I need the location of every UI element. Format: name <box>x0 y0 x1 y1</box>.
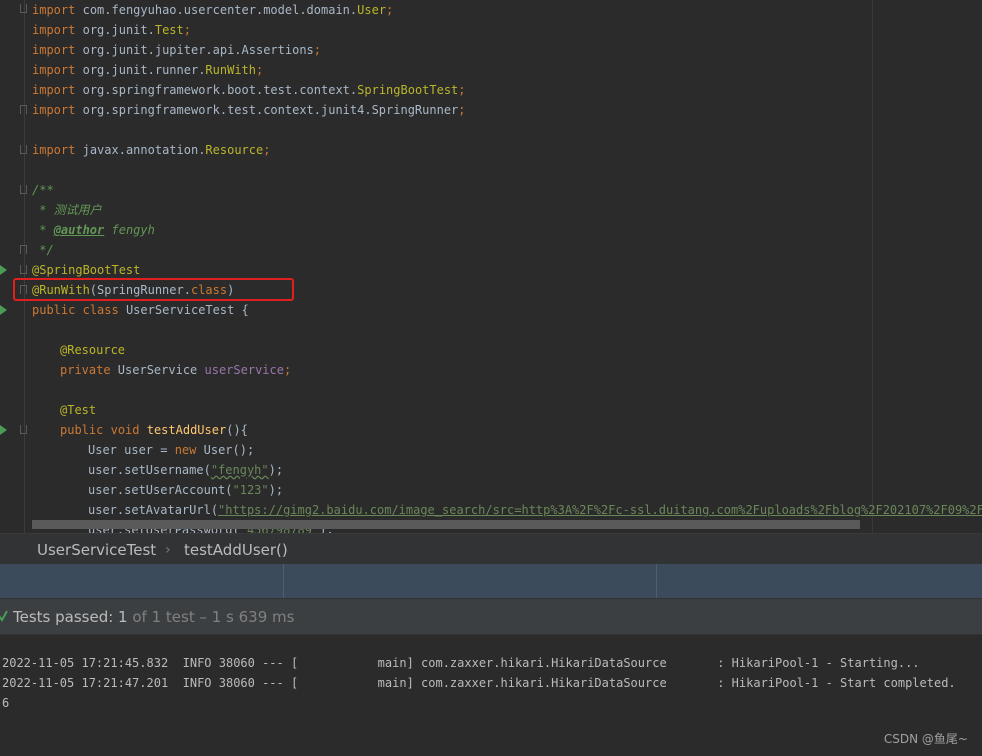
code-line-statement[interactable]: user.setUserAccount("123"); <box>88 480 283 500</box>
code-line-class-decl[interactable]: public class UserServiceTest { <box>32 300 249 320</box>
code-line-comment[interactable]: /** <box>32 180 54 200</box>
test-status-bar: Tests passed: 1 of 1 test – 1 s 639 ms <box>0 598 982 635</box>
code-line-comment[interactable]: */ <box>32 240 53 260</box>
code-line-annotation[interactable]: @Resource <box>60 340 125 360</box>
code-line-statement[interactable]: user.setAvatarUrl("https://gimg2.baidu.c… <box>88 500 982 520</box>
code-line-import[interactable]: import org.junit.jupiter.api.Assertions; <box>32 40 321 60</box>
code-line-import[interactable]: import org.junit.runner.RunWith; <box>32 60 263 80</box>
code-line-annotation[interactable]: @SpringBootTest <box>32 260 140 280</box>
code-line-statement[interactable]: User user = new User(); <box>88 440 254 460</box>
code-line-field[interactable]: private UserService userService; <box>60 360 291 380</box>
horizontal-scrollbar[interactable] <box>32 520 860 529</box>
run-class-icon[interactable] <box>0 265 7 275</box>
highlight-annotation-box <box>13 278 294 301</box>
run-test-icon[interactable] <box>0 425 7 435</box>
fold-marker-icon[interactable] <box>20 145 27 154</box>
fold-marker-icon[interactable] <box>20 245 27 254</box>
code-line-comment[interactable]: * 测试用户 <box>32 200 101 220</box>
code-line-import[interactable]: import org.springframework.test.context.… <box>32 100 466 120</box>
code-line-comment[interactable]: * @author fengyh <box>32 220 155 240</box>
breadcrumb-class[interactable]: UserServiceTest <box>37 540 156 560</box>
code-editor[interactable]: import com.fengyuhao.usercenter.model.do… <box>0 0 982 533</box>
watermark: CSDN @鱼尾~ <box>883 732 968 746</box>
breadcrumb-method[interactable]: testAddUser() <box>184 540 288 560</box>
fold-marker-icon[interactable] <box>20 425 27 434</box>
log-line: 2022-11-05 17:21:47.201 INFO 38060 --- [… <box>2 676 956 690</box>
toolbar-divider <box>656 564 657 598</box>
log-line: 6 <box>2 696 10 710</box>
log-line: 2022-11-05 17:21:45.832 INFO 38060 --- [… <box>2 656 920 670</box>
fold-marker-icon[interactable] <box>20 4 27 13</box>
fold-marker-icon[interactable] <box>20 105 27 114</box>
fold-marker-icon[interactable] <box>20 185 27 194</box>
test-status-text: Tests passed: 1 of 1 test – 1 s 639 ms <box>13 608 295 626</box>
fold-marker-icon[interactable] <box>20 265 27 274</box>
console-output[interactable]: 2022-11-05 17:21:45.832 INFO 38060 --- [… <box>0 634 982 756</box>
breadcrumb: UserServiceTest › testAddUser() <box>0 533 982 565</box>
code-line-annotation[interactable]: @Test <box>60 400 96 420</box>
code-line-import[interactable]: import javax.annotation.Resource; <box>32 140 270 160</box>
toolbar-divider <box>283 564 284 598</box>
code-line-statement[interactable]: user.setUsername("fengyh"); <box>88 460 283 480</box>
run-toolbar <box>0 564 982 598</box>
code-line-import[interactable]: import org.springframework.boot.test.con… <box>32 80 466 100</box>
code-line-import[interactable]: import com.fengyuhao.usercenter.model.do… <box>32 0 393 20</box>
check-icon <box>0 610 8 622</box>
chevron-right-icon: › <box>165 542 171 558</box>
code-line-import[interactable]: import org.junit.Test; <box>32 20 191 40</box>
run-class-icon[interactable] <box>0 305 7 315</box>
right-margin-guide <box>872 0 873 533</box>
avatar-url-link[interactable]: "https://gimg2.baidu.com/image_search/sr… <box>218 503 982 517</box>
code-line-method-decl[interactable]: public void testAddUser(){ <box>60 420 248 440</box>
